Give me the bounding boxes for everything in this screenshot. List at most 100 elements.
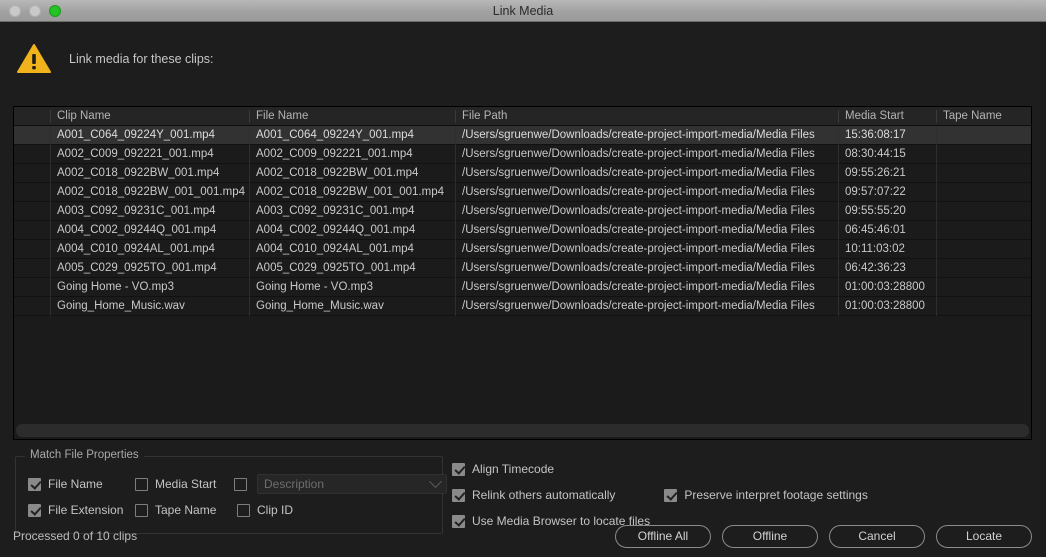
checkbox-preserve-interpret[interactable]: Preserve interpret footage settings	[664, 488, 868, 502]
checkbox-align-timecode-box[interactable]	[452, 462, 465, 476]
locate-button[interactable]: Locate	[936, 524, 1032, 548]
checkbox-align-timecode[interactable]: Align Timecode	[452, 462, 554, 476]
cell-clip-name: Going_Home_Music.wav	[50, 297, 249, 316]
cancel-button[interactable]: Cancel	[829, 524, 925, 548]
offline-all-button[interactable]: Offline All	[615, 524, 711, 548]
column-header-media-start[interactable]: Media Start	[838, 107, 936, 126]
column-header-file-name[interactable]: File Name	[249, 107, 455, 126]
row-gutter	[14, 221, 50, 240]
row-gutter	[14, 126, 50, 145]
checkbox-description-box[interactable]	[234, 477, 247, 491]
table-row[interactable]: A004_C010_0924AL_001.mp4 A004_C010_0924AL…	[14, 240, 1031, 259]
minimize-button[interactable]	[29, 4, 41, 17]
description-dropdown[interactable]: Description	[257, 474, 447, 494]
cell-clip-name: Going Home - VO.mp3	[50, 278, 249, 297]
checkbox-media-start[interactable]: Media Start	[135, 474, 234, 494]
checkbox-media-start-label: Media Start	[155, 477, 217, 491]
cell-clip-name: A004_C002_09244Q_001.mp4	[50, 221, 249, 240]
row-gutter	[14, 297, 50, 316]
cell-tape-name	[936, 202, 1031, 221]
table-row[interactable]: Going Home - VO.mp3 Going Home - VO.mp3/U…	[14, 278, 1031, 297]
table-body: A001_C064_09224Y_001.mp4 A001_C064_09224Y…	[14, 126, 1031, 420]
column-header-file-path[interactable]: File Path	[455, 107, 838, 126]
column-header-gutter	[14, 107, 50, 126]
table-row[interactable]: A003_C092_09231C_001.mp4 A003_C092_09231C…	[14, 202, 1031, 221]
dialog-header: Link media for these clips:	[0, 22, 1046, 82]
cell-media-start: 06:42:36:23	[838, 259, 936, 278]
cell-tape-name	[936, 183, 1031, 202]
row-gutter	[14, 278, 50, 297]
row-gutter	[14, 145, 50, 164]
cell-clip-name: A002_C018_0922BW_001.mp4	[50, 164, 249, 183]
cell-file-path: /Users/sgruenwe/Downloads/create-project…	[455, 183, 838, 202]
horizontal-scrollbar-thumb[interactable]	[16, 424, 1029, 437]
column-header-tape-name[interactable]: Tape Name	[936, 107, 1031, 126]
cell-file-name: A004_C010_0924AL_001.mp4	[249, 240, 455, 259]
checkbox-preserve-interpret-label: Preserve interpret footage settings	[684, 488, 868, 502]
cell-file-name: A005_C029_0925TO_001.mp4	[249, 259, 455, 278]
window-title: Link Media	[492, 3, 554, 18]
table-row[interactable]: A002_C018_0922BW_001.mp4 A002_C018_0922BW…	[14, 164, 1031, 183]
table-row[interactable]: A002_C018_0922BW_001_001.mp4 A002_C018_09…	[14, 183, 1031, 202]
offline-button[interactable]: Offline	[722, 524, 818, 548]
cell-media-start: 15:36:08:17	[838, 126, 936, 145]
checkbox-media-start-box[interactable]	[135, 477, 148, 491]
link-media-dialog: Link media for these clips: Clip Name Fi…	[0, 22, 1046, 557]
clip-table: Clip Name File Name File Path Media Star…	[13, 106, 1032, 440]
row-gutter	[14, 183, 50, 202]
checkbox-relink-others[interactable]: Relink others automatically	[452, 488, 615, 502]
footer-buttons: Offline All Offline Cancel Locate	[615, 524, 1032, 548]
cell-tape-name	[936, 164, 1031, 183]
cell-media-start: 09:57:07:22	[838, 183, 936, 202]
checkbox-file-name[interactable]: File Name	[28, 474, 135, 494]
cell-media-start: 08:30:44:15	[838, 145, 936, 164]
close-button[interactable]	[9, 4, 21, 17]
checkbox-preserve-interpret-box[interactable]	[664, 488, 678, 502]
cell-file-name: A003_C092_09231C_001.mp4	[249, 202, 455, 221]
cell-file-name: A004_C002_09244Q_001.mp4	[249, 221, 455, 240]
zoom-button[interactable]	[49, 4, 61, 17]
dialog-message: Link media for these clips:	[69, 51, 214, 66]
cell-tape-name	[936, 240, 1031, 259]
cell-tape-name	[936, 297, 1031, 316]
checkbox-relink-others-box[interactable]	[452, 488, 465, 502]
status-text: Processed 0 of 10 clips	[13, 529, 138, 543]
cell-file-name: A002_C009_092221_001.mp4	[249, 145, 455, 164]
table-row[interactable]: A001_C064_09224Y_001.mp4 A001_C064_09224Y…	[14, 126, 1031, 145]
description-row[interactable]: Description	[234, 474, 447, 494]
cell-file-path: /Users/sgruenwe/Downloads/create-project…	[455, 126, 838, 145]
cell-file-path: /Users/sgruenwe/Downloads/create-project…	[455, 259, 838, 278]
checkbox-align-timecode-label: Align Timecode	[472, 462, 555, 476]
cell-clip-name: A002_C009_092221_001.mp4	[50, 145, 249, 164]
cell-file-path: /Users/sgruenwe/Downloads/create-project…	[455, 278, 838, 297]
dialog-footer: Processed 0 of 10 clips Offline All Offl…	[0, 515, 1046, 557]
table-row[interactable]: Going_Home_Music.wav Going_Home_Music.wav…	[14, 297, 1031, 316]
cell-file-path: /Users/sgruenwe/Downloads/create-project…	[455, 145, 838, 164]
window-titlebar: Link Media	[0, 0, 1046, 22]
cell-file-name: A001_C064_09224Y_001.mp4	[249, 126, 455, 145]
cell-clip-name: A003_C092_09231C_001.mp4	[50, 202, 249, 221]
cell-file-path: /Users/sgruenwe/Downloads/create-project…	[455, 221, 838, 240]
horizontal-scrollbar[interactable]	[16, 424, 1029, 437]
table-header-row: Clip Name File Name File Path Media Star…	[14, 107, 1031, 126]
cell-clip-name: A004_C010_0924AL_001.mp4	[50, 240, 249, 259]
checkbox-file-name-box[interactable]	[28, 477, 41, 491]
cell-media-start: 06:45:46:01	[838, 221, 936, 240]
cell-file-name: A002_C018_0922BW_001_001.mp4	[249, 183, 455, 202]
table-row[interactable]: A002_C009_092221_001.mp4 A002_C009_092221…	[14, 145, 1031, 164]
row-gutter	[14, 240, 50, 259]
cell-file-name: Going Home - VO.mp3	[249, 278, 455, 297]
cell-clip-name: A002_C018_0922BW_001_001.mp4	[50, 183, 249, 202]
warning-triangle-icon	[17, 44, 51, 73]
cell-file-path: /Users/sgruenwe/Downloads/create-project…	[455, 240, 838, 259]
cell-media-start: 01:00:03:28800	[838, 297, 936, 316]
table-row[interactable]: A004_C002_09244Q_001.mp4 A004_C002_09244Q…	[14, 221, 1031, 240]
row-gutter	[14, 202, 50, 221]
chevron-down-icon	[429, 474, 442, 488]
column-header-clip-name[interactable]: Clip Name	[50, 107, 249, 126]
checkbox-relink-others-label: Relink others automatically	[472, 488, 616, 502]
cell-media-start: 09:55:55:20	[838, 202, 936, 221]
cell-tape-name	[936, 126, 1031, 145]
row-gutter	[14, 259, 50, 278]
table-row[interactable]: A005_C029_0925TO_001.mp4 A005_C029_0925TO…	[14, 259, 1031, 278]
